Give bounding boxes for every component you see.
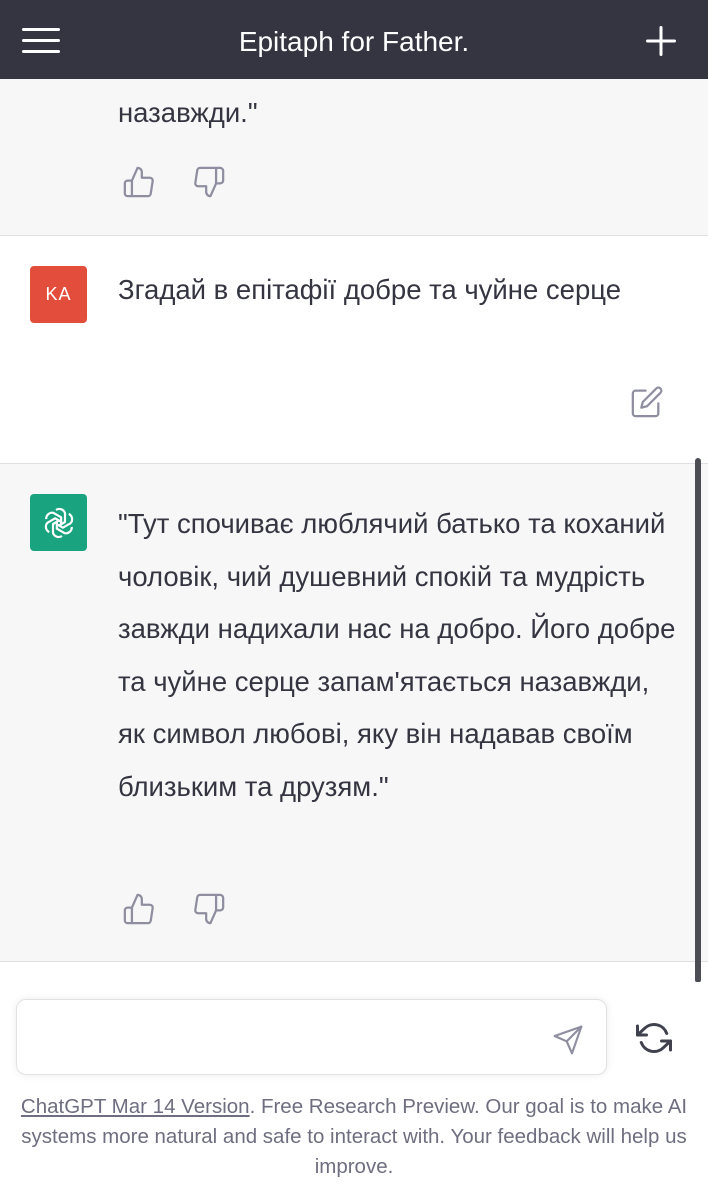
chat-title: Epitaph for Father. xyxy=(238,26,470,57)
user-avatar: KA xyxy=(30,266,87,323)
send-icon[interactable] xyxy=(552,1024,584,1056)
message-text: "Тут спочиває люблячий батько та коханий… xyxy=(118,508,676,802)
feedback-buttons xyxy=(122,892,226,926)
top-bar: Epitaph for Father. xyxy=(0,0,708,79)
thumbs-up-icon[interactable] xyxy=(122,892,156,926)
feedback-buttons xyxy=(122,165,226,199)
regenerate-icon[interactable] xyxy=(636,1020,672,1056)
message-input[interactable] xyxy=(31,1020,535,1060)
message-text: Згадай в епітафії добре та чуйне серце xyxy=(118,274,621,305)
thumbs-down-icon[interactable] xyxy=(192,165,226,199)
version-link[interactable]: ChatGPT Mar 14 Version xyxy=(21,1095,250,1118)
user-message: KA Згадай в епітафії добре та чуйне серц… xyxy=(0,236,708,464)
message-input-box xyxy=(16,999,607,1075)
edit-icon[interactable] xyxy=(630,385,664,419)
assistant-message: назавжди." xyxy=(0,79,708,236)
assistant-message: "Тут спочиває люблячий батько та коханий… xyxy=(0,464,708,962)
plus-icon[interactable] xyxy=(644,24,678,58)
message-spacer xyxy=(0,962,708,982)
scrollbar[interactable] xyxy=(695,458,701,983)
thumbs-up-icon[interactable] xyxy=(122,165,156,199)
disclaimer: ChatGPT Mar 14 Version. Free Research Pr… xyxy=(20,1092,688,1182)
message-text: назавжди." xyxy=(118,97,258,128)
openai-logo-icon xyxy=(30,494,87,551)
thumbs-down-icon[interactable] xyxy=(192,892,226,926)
composer-area: ChatGPT Mar 14 Version. Free Research Pr… xyxy=(0,982,708,1200)
